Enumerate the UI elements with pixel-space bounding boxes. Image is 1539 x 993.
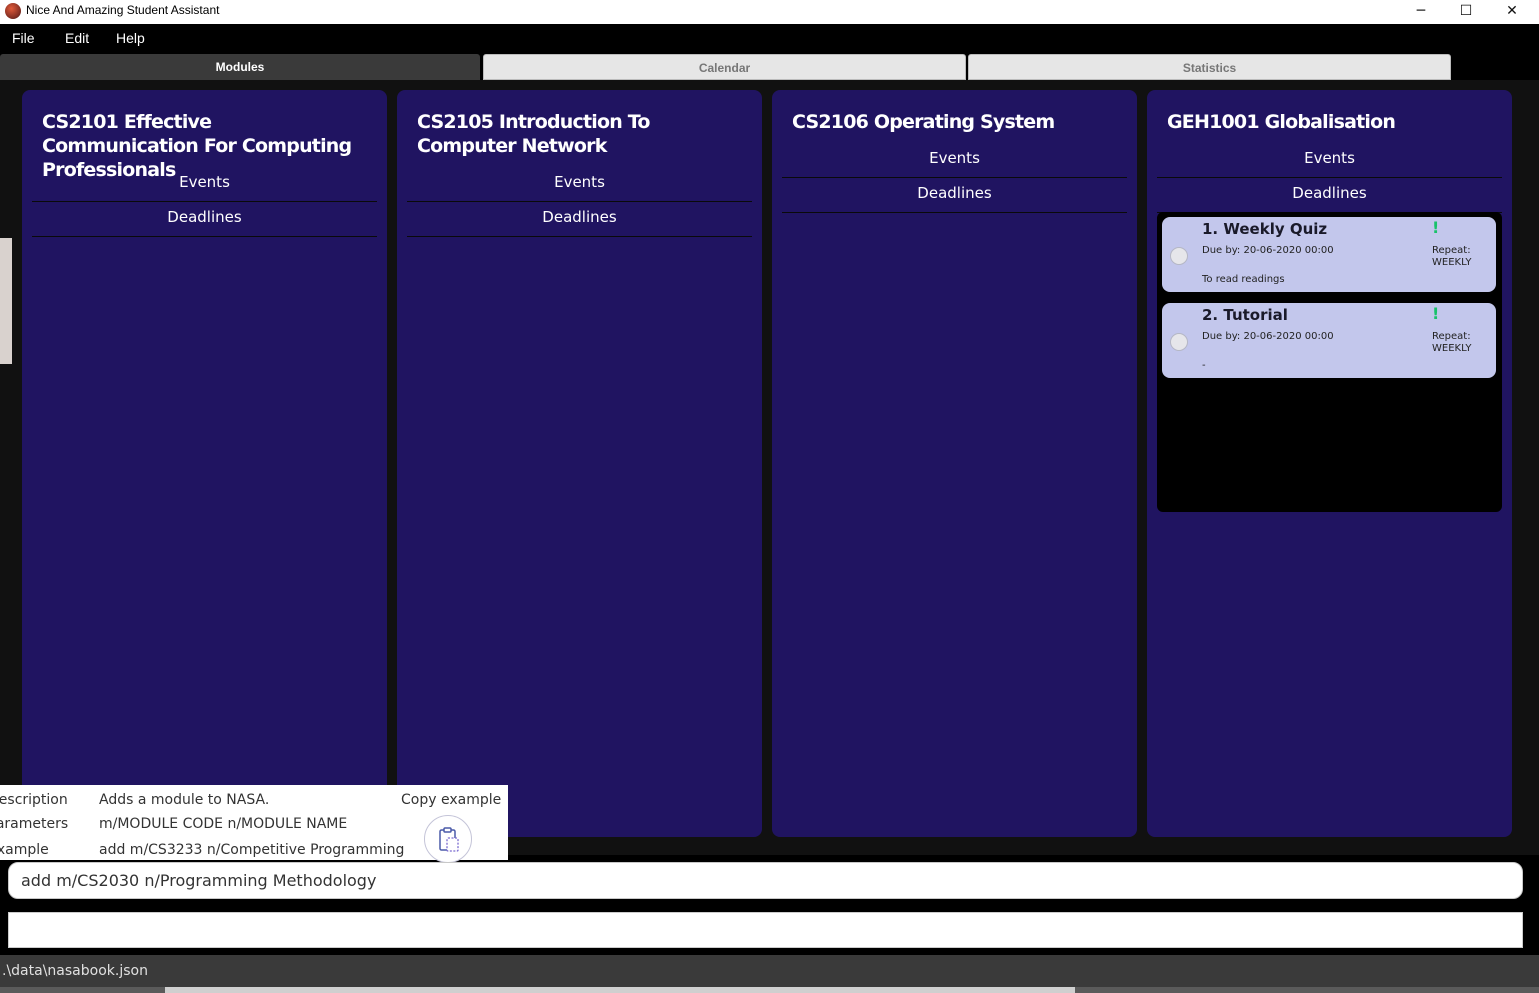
divider	[1157, 177, 1502, 178]
repeat-label: Repeat:	[1432, 245, 1471, 256]
minimize-button[interactable]: ─	[1398, 0, 1444, 24]
priority-mark-icon: !	[1432, 304, 1440, 323]
command-input[interactable]: add m/CS2030 n/Programming Methodology	[8, 862, 1523, 899]
divider	[407, 201, 752, 202]
help-example-value: add m/CS3233 n/Competitive Programming	[99, 842, 405, 858]
copy-example-button[interactable]	[424, 815, 472, 863]
deadlines-header[interactable]: Deadlines	[782, 184, 1127, 202]
tab-modules[interactable]: Modules	[0, 54, 480, 80]
divider	[32, 236, 377, 237]
deadlines-header[interactable]: Deadlines	[32, 208, 377, 226]
close-button[interactable]: ✕	[1489, 0, 1535, 24]
deadline-title: 1. Weekly Quiz	[1202, 220, 1328, 238]
tab-statistics[interactable]: Statistics	[968, 54, 1451, 80]
deadline-repeat: Repeat: WEEKLY	[1432, 245, 1471, 269]
menu-file[interactable]: File	[12, 30, 35, 46]
priority-mark-icon: !	[1432, 218, 1440, 237]
repeat-value: WEEKLY	[1432, 343, 1472, 354]
divider	[782, 177, 1127, 178]
deadline-done-radio[interactable]	[1170, 333, 1188, 351]
deadline-list[interactable]: 1. Weekly Quiz Due by: 20-06-2020 00:00 …	[1157, 212, 1502, 512]
tab-bar: Modules Calendar Statistics	[0, 54, 1539, 80]
deadlines-header[interactable]: Deadlines	[407, 208, 752, 226]
copy-example-label: Copy example	[401, 792, 502, 808]
menu-bar: File Edit Help	[0, 24, 1539, 52]
module-card[interactable]: GEH1001 Globalisation Events Deadlines 1…	[1147, 90, 1512, 837]
module-card[interactable]: CS2106 Operating System Events Deadlines	[772, 90, 1137, 837]
module-title: CS2101 Effective Communication For Compu…	[42, 111, 352, 181]
command-input-text[interactable]: add m/CS2030 n/Programming Methodology	[21, 871, 376, 890]
module-title: CS2106 Operating System	[792, 111, 1055, 133]
events-header[interactable]: Events	[32, 173, 377, 191]
help-description-value: Adds a module to NASA.	[99, 792, 270, 808]
deadline-description: To read readings	[1202, 274, 1285, 285]
repeat-label: Repeat:	[1432, 331, 1471, 342]
events-header[interactable]: Events	[407, 173, 752, 191]
save-location-path: .\data\nasabook.json	[2, 963, 148, 979]
deadline-done-radio[interactable]	[1170, 247, 1188, 265]
help-description-key: Description	[0, 792, 68, 808]
deadlines-header[interactable]: Deadlines	[1157, 184, 1502, 202]
events-header[interactable]: Events	[782, 149, 1127, 167]
help-parameters-value: m/MODULE CODE n/MODULE NAME	[99, 816, 348, 832]
deadline-item[interactable]: 1. Weekly Quiz Due by: 20-06-2020 00:00 …	[1162, 217, 1496, 292]
module-title: GEH1001 Globalisation	[1167, 111, 1396, 133]
menu-help[interactable]: Help	[116, 30, 145, 46]
window-titlebar: Nice And Amazing Student Assistant ─ ☐ ✕	[0, 0, 1539, 24]
horizontal-scrollbar-thumb[interactable]	[165, 987, 1075, 993]
deadline-description: -	[1202, 360, 1206, 371]
help-example-key: Example	[0, 842, 49, 858]
help-parameters-key: Parameters	[0, 816, 69, 832]
divider	[32, 201, 377, 202]
divider	[407, 236, 752, 237]
tab-calendar[interactable]: Calendar	[483, 54, 966, 80]
repeat-value: WEEKLY	[1432, 257, 1472, 268]
clipboard-icon	[439, 827, 459, 852]
deadline-title: 2. Tutorial	[1202, 306, 1288, 324]
maximize-button[interactable]: ☐	[1443, 0, 1489, 24]
result-display	[8, 912, 1523, 948]
command-help-popup: Description Adds a module to NASA. Param…	[0, 785, 508, 863]
events-header[interactable]: Events	[1157, 149, 1502, 167]
module-title: CS2105 Introduction To Computer Network	[417, 111, 650, 157]
menu-edit[interactable]: Edit	[65, 30, 89, 46]
deadline-repeat: Repeat: WEEKLY	[1432, 331, 1471, 355]
module-card[interactable]: CS2101 Effective Communication For Compu…	[22, 90, 387, 837]
deadline-item[interactable]: 2. Tutorial Due by: 20-06-2020 00:00 - !…	[1162, 303, 1496, 378]
module-card[interactable]: CS2105 Introduction To Computer Network …	[397, 90, 762, 837]
window-title: Nice And Amazing Student Assistant	[26, 3, 220, 17]
divider	[782, 212, 1127, 213]
deadline-due-date: Due by: 20-06-2020 00:00	[1202, 331, 1334, 342]
side-image-strip	[0, 238, 12, 364]
app-logo-icon	[5, 3, 21, 19]
deadline-due-date: Due by: 20-06-2020 00:00	[1202, 245, 1334, 256]
